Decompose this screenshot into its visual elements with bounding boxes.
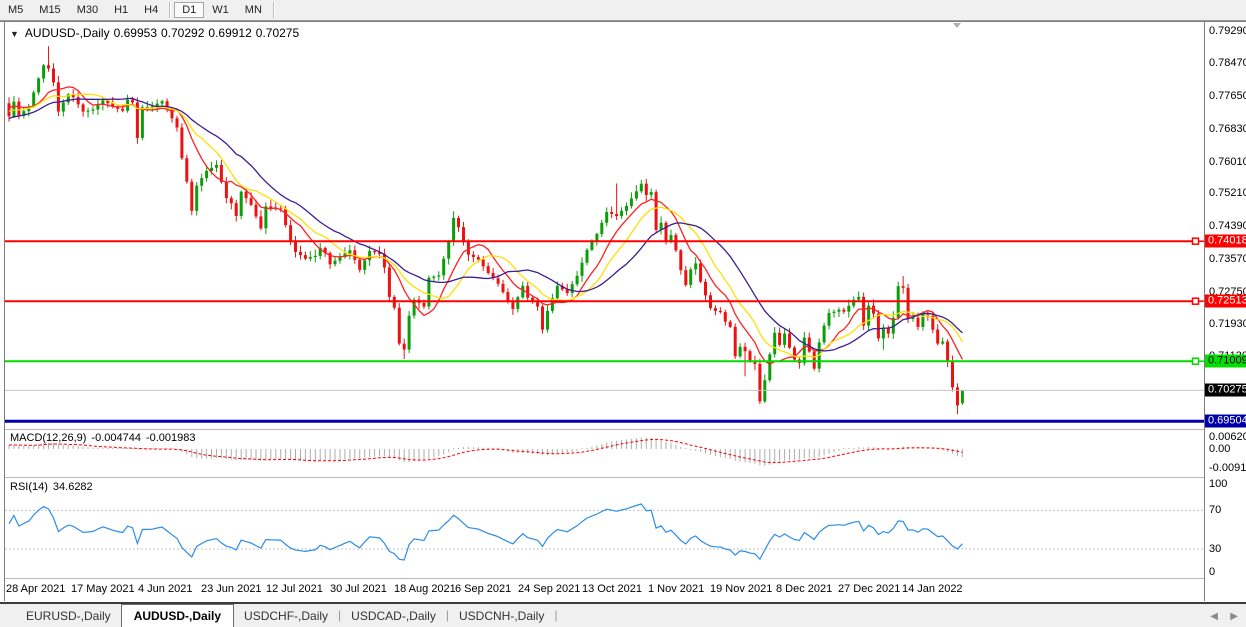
date-axis-label: 18 Aug 2021 bbox=[394, 583, 456, 595]
timeframe-button-m5[interactable]: M5 bbox=[0, 2, 31, 18]
date-axis-label: 8 Dec 2021 bbox=[776, 583, 833, 595]
macd-axis-tick: 0.006201 bbox=[1209, 431, 1246, 443]
price-tag: 0.71009 bbox=[1205, 354, 1246, 368]
rsi-pane-separator[interactable] bbox=[5, 477, 1204, 478]
date-axis-label: 13 Oct 2021 bbox=[582, 583, 642, 595]
rsi-value: 34.6282 bbox=[52, 481, 93, 493]
chart-tab-bar: EURUSD-,Daily AUDUSD-,Daily USDCHF-,Daily |… bbox=[0, 602, 1246, 627]
timeframe-button-mn[interactable]: MN bbox=[237, 2, 270, 18]
price-axis-tick: 0.74390 bbox=[1209, 220, 1246, 232]
tab-scroll-left-icon[interactable]: ◀ bbox=[1210, 611, 1218, 622]
time-axis-separator bbox=[5, 578, 1204, 579]
timeframe-button-m30[interactable]: M30 bbox=[69, 2, 106, 18]
chart-tab-usdchf[interactable]: USDCHF-,Daily bbox=[234, 605, 338, 626]
trading-terminal-window: M5 M15 M30 H1 H4 D1 W1 MN ▼ AUDUSD-,Daily 0.69953… bbox=[0, 0, 1246, 627]
rsi-name: RSI(14) bbox=[10, 481, 48, 493]
macd-axis-tick: -0.009197 bbox=[1209, 462, 1246, 474]
symbol-dropdown-icon[interactable]: ▼ bbox=[10, 29, 19, 39]
rsi-line bbox=[8, 503, 963, 561]
chart-tab-audusd[interactable]: AUDUSD-,Daily bbox=[120, 604, 235, 627]
date-axis-label: 14 Jan 2022 bbox=[902, 583, 963, 595]
fast-ma bbox=[8, 86, 963, 366]
price-axis-tick: 0.76830 bbox=[1209, 123, 1246, 135]
date-axis-label: 17 May 2021 bbox=[71, 583, 135, 595]
price-axis-tick: 0.77650 bbox=[1209, 90, 1246, 102]
price-axis-tick: 0.71930 bbox=[1209, 318, 1246, 330]
chart-tab-usdcnh[interactable]: USDCNH-,Daily bbox=[449, 605, 554, 626]
tab-scroll-right-icon[interactable]: ▶ bbox=[1230, 611, 1238, 622]
chart-title: ▼ AUDUSD-,Daily 0.69953 0.70292 0.69912 0.702… bbox=[10, 26, 303, 40]
toolbar-separator bbox=[272, 2, 275, 18]
macd-indicator-label: MACD(12,26,9) -0.004744 -0.001983 bbox=[10, 432, 201, 444]
rsi-axis-tick: 100 bbox=[1209, 478, 1228, 490]
timeframe-button-h1[interactable]: H1 bbox=[106, 2, 136, 18]
chart-canvas[interactable] bbox=[0, 21, 1246, 601]
ohlc-high: 0.70292 bbox=[161, 26, 205, 40]
price-axis-tick: 0.75210 bbox=[1209, 187, 1246, 199]
price-axis-separator bbox=[1204, 21, 1205, 601]
timeframe-button-m15[interactable]: M15 bbox=[31, 2, 68, 18]
timeframe-button-w1[interactable]: W1 bbox=[204, 2, 237, 18]
tab-separator: | bbox=[554, 608, 558, 622]
date-axis-label: 19 Nov 2021 bbox=[710, 583, 773, 595]
timeframe-button-h4[interactable]: H4 bbox=[136, 2, 166, 18]
ohlc-low: 0.69912 bbox=[208, 26, 252, 40]
chart-tab-usdcad[interactable]: USDCAD-,Daily bbox=[341, 605, 446, 626]
price-axis-tick: 0.79290 bbox=[1209, 25, 1246, 37]
macd-name: MACD(12,26,9) bbox=[10, 432, 87, 444]
date-axis-label: 30 Jul 2021 bbox=[330, 583, 387, 595]
macd-axis-tick: 0.00 bbox=[1209, 443, 1231, 455]
chart-left-border bbox=[4, 21, 5, 601]
ohlc-open: 0.69953 bbox=[113, 26, 157, 40]
price-tag: 0.72513 bbox=[1205, 294, 1246, 308]
date-axis-label: 4 Jun 2021 bbox=[138, 583, 193, 595]
chart-shift-marker[interactable] bbox=[953, 23, 961, 28]
price-axis-tick: 0.73570 bbox=[1209, 253, 1246, 265]
date-axis-label: 27 Dec 2021 bbox=[838, 583, 901, 595]
macd-value: -0.004744 bbox=[91, 432, 141, 444]
date-axis-label: 6 Sep 2021 bbox=[455, 583, 512, 595]
rsi-axis-tick: 0 bbox=[1209, 566, 1216, 578]
ohlc-close: 0.70275 bbox=[255, 26, 300, 40]
rsi-indicator-label: RSI(14) 34.6282 bbox=[10, 481, 98, 493]
timeframe-toolbar: M5 M15 M30 H1 H4 D1 W1 MN bbox=[0, 0, 1246, 21]
date-axis-label: 28 Apr 2021 bbox=[6, 583, 66, 595]
rsi-axis-tick: 30 bbox=[1209, 543, 1222, 555]
macd-signal-value: -0.001983 bbox=[145, 432, 196, 444]
price-tag: 0.69504 bbox=[1205, 414, 1246, 428]
macd-pane-separator[interactable] bbox=[5, 429, 1204, 430]
date-axis-label: 1 Nov 2021 bbox=[648, 583, 705, 595]
chart-top-border bbox=[0, 21, 1246, 22]
mid-ma bbox=[8, 93, 963, 358]
slow-ma bbox=[8, 97, 963, 352]
price-axis-tick: 0.76010 bbox=[1209, 156, 1246, 168]
date-axis-label: 12 Jul 2021 bbox=[266, 583, 323, 595]
timeframe-button-d1[interactable]: D1 bbox=[174, 2, 205, 18]
price-tag: 0.70275 bbox=[1205, 383, 1246, 397]
price-axis-tick: 0.78470 bbox=[1209, 57, 1246, 69]
chart-tab-eurusd[interactable]: EURUSD-,Daily bbox=[16, 605, 121, 626]
chart-symbol-period: AUDUSD-,Daily bbox=[24, 26, 110, 40]
toolbar-separator bbox=[169, 2, 172, 18]
rsi-axis-tick: 70 bbox=[1209, 504, 1222, 516]
date-axis-label: 24 Sep 2021 bbox=[518, 583, 581, 595]
date-axis-label: 23 Jun 2021 bbox=[201, 583, 262, 595]
price-tag: 0.74018 bbox=[1205, 234, 1246, 248]
chart-window: ▼ AUDUSD-,Daily 0.69953 0.70292 0.69912 0.702… bbox=[0, 21, 1246, 601]
